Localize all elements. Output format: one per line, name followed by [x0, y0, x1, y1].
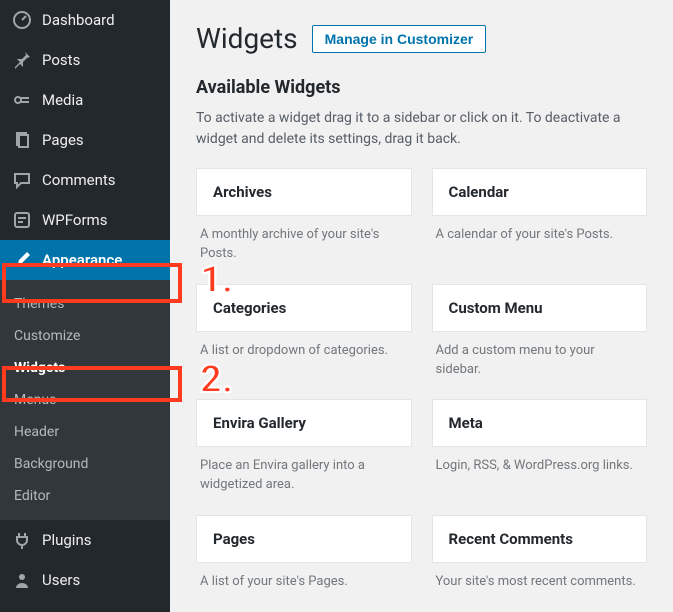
widget-meta: Meta Login, RSS, & WordPress.org links.	[432, 399, 648, 509]
widget-description: A list or dropdown of categories.	[196, 332, 412, 375]
submenu-label: Header	[14, 424, 59, 440]
sidebar-item-label: Users	[42, 571, 80, 589]
widget-description: Place an Envira gallery into a widgetize…	[196, 447, 412, 509]
widget-description: A monthly archive of your site's Posts.	[196, 216, 412, 278]
users-icon	[12, 570, 32, 590]
available-widgets-grid: Archives A monthly archive of your site'…	[196, 168, 647, 612]
submenu-label: Menus	[14, 392, 56, 408]
sidebar-item-comments[interactable]: Comments	[0, 160, 170, 200]
sidebar-item-wpforms[interactable]: WPForms	[0, 200, 170, 240]
manage-in-customizer-button[interactable]: Manage in Customizer	[312, 25, 487, 53]
submenu-item-widgets[interactable]: Widgets	[0, 352, 170, 384]
page-header: Widgets Manage in Customizer	[196, 22, 647, 55]
sidebar-item-label: Comments	[42, 171, 116, 189]
widget-calendar: Calendar A calendar of your site's Posts…	[432, 168, 648, 278]
sidebar-item-label: Plugins	[42, 531, 91, 549]
main-content: Widgets Manage in Customizer Available W…	[170, 0, 673, 612]
widget-header[interactable]: Meta	[432, 399, 648, 447]
widget-pages: Pages A list of your site's Pages.	[196, 515, 412, 606]
sidebar-item-label: Media	[42, 91, 83, 109]
admin-sidebar: Dashboard Posts Media Pages Comments	[0, 0, 170, 612]
sidebar-item-users[interactable]: Users	[0, 560, 170, 600]
pages-icon	[12, 130, 32, 150]
widget-archives: Archives A monthly archive of your site'…	[196, 168, 412, 278]
widget-envira-gallery: Envira Gallery Place an Envira gallery i…	[196, 399, 412, 509]
available-widgets-desc: To activate a widget drag it to a sideba…	[196, 108, 647, 150]
sidebar-item-label: Posts	[42, 51, 80, 69]
sidebar-item-media[interactable]: Media	[0, 80, 170, 120]
submenu-label: Background	[14, 456, 88, 472]
available-widgets-title: Available Widgets	[196, 77, 647, 98]
widget-description: Login, RSS, & WordPress.org links.	[432, 447, 648, 490]
widget-header[interactable]: Recent Comments	[432, 515, 648, 563]
sidebar-item-label: Dashboard	[42, 11, 115, 29]
widget-header[interactable]: Calendar	[432, 168, 648, 216]
wpforms-icon	[12, 210, 32, 230]
widget-description: A list of your site's Pages.	[196, 563, 412, 606]
sidebar-item-label: WPForms	[42, 211, 107, 229]
submenu-item-header[interactable]: Header	[0, 416, 170, 448]
plug-icon	[12, 530, 32, 550]
sidebar-item-plugins[interactable]: Plugins	[0, 520, 170, 560]
page-title: Widgets	[196, 22, 298, 55]
submenu-label: Editor	[14, 488, 50, 504]
media-icon	[12, 90, 32, 110]
submenu-label: Themes	[14, 296, 64, 312]
widget-header[interactable]: Pages	[196, 515, 412, 563]
widget-custom-menu: Custom Menu Add a custom menu to your si…	[432, 284, 648, 394]
comments-icon	[12, 170, 32, 190]
submenu-item-themes[interactable]: Themes	[0, 288, 170, 320]
widget-description: Your site's most recent comments.	[432, 563, 648, 606]
widget-categories: Categories A list or dropdown of categor…	[196, 284, 412, 394]
submenu-item-customize[interactable]: Customize	[0, 320, 170, 352]
widget-header[interactable]: Archives	[196, 168, 412, 216]
widget-recent-comments: Recent Comments Your site's most recent …	[432, 515, 648, 606]
submenu-item-menus[interactable]: Menus	[0, 384, 170, 416]
sidebar-submenu-appearance: Themes Customize Widgets Menus Header Ba…	[0, 280, 170, 520]
dashboard-icon	[12, 10, 32, 30]
submenu-item-editor[interactable]: Editor	[0, 480, 170, 512]
pin-icon	[12, 50, 32, 70]
widget-header[interactable]: Envira Gallery	[196, 399, 412, 447]
sidebar-item-dashboard[interactable]: Dashboard	[0, 0, 170, 40]
submenu-label: Widgets	[14, 360, 65, 376]
widget-header[interactable]: Categories	[196, 284, 412, 332]
submenu-label: Customize	[14, 328, 80, 344]
sidebar-item-pages[interactable]: Pages	[0, 120, 170, 160]
sidebar-item-label: Appearance	[42, 251, 122, 269]
sidebar-item-posts[interactable]: Posts	[0, 40, 170, 80]
brush-icon	[12, 250, 32, 270]
sidebar-item-appearance[interactable]: Appearance	[0, 240, 170, 280]
widget-header[interactable]: Custom Menu	[432, 284, 648, 332]
sidebar-item-label: Pages	[42, 131, 84, 149]
widget-description: A calendar of your site's Posts.	[432, 216, 648, 259]
widget-description: Add a custom menu to your sidebar.	[432, 332, 648, 394]
submenu-item-background[interactable]: Background	[0, 448, 170, 480]
